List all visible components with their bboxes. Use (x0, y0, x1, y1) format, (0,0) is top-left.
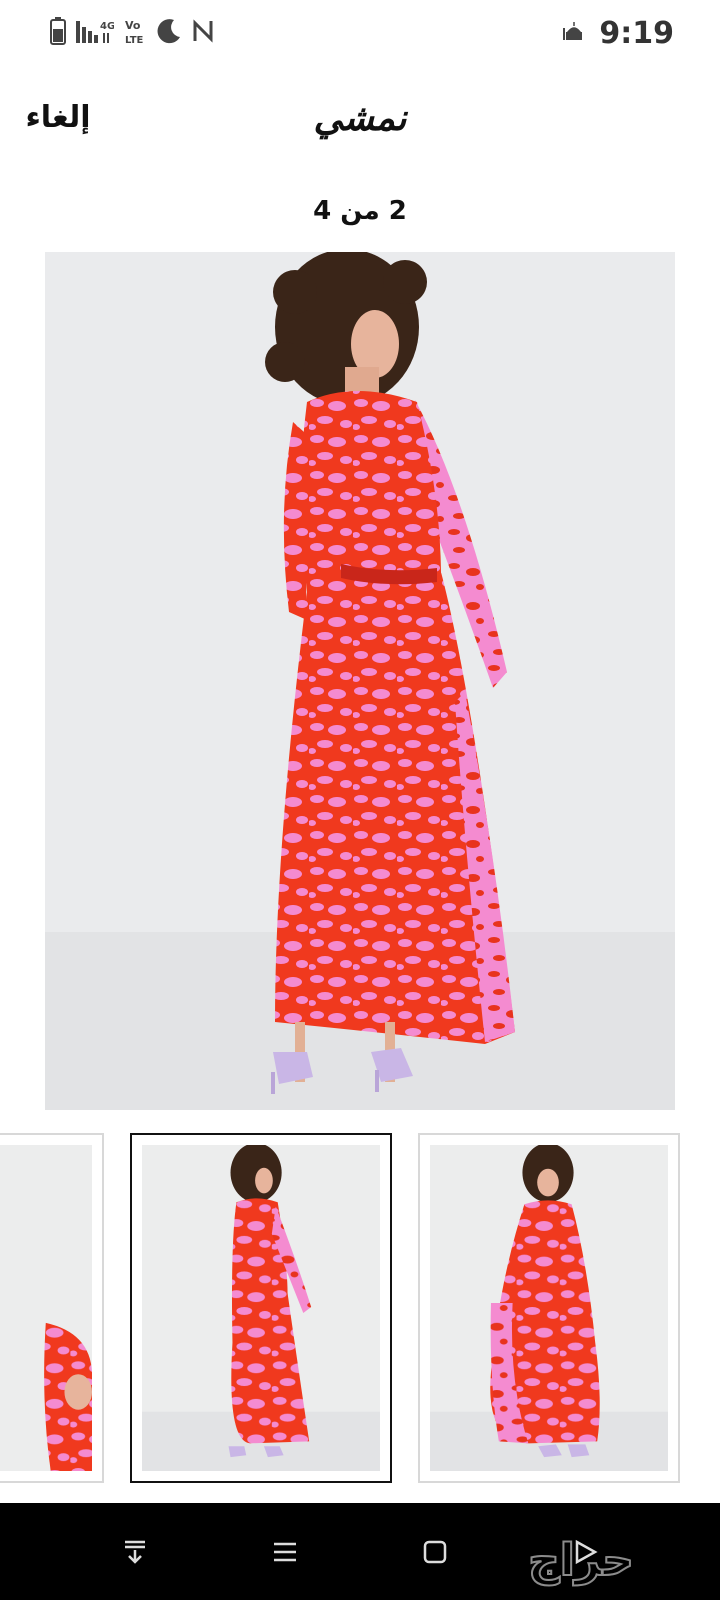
thumbnail-1-image (0, 1145, 92, 1471)
thumbnail-2-image (142, 1145, 380, 1471)
battery-icon (50, 17, 66, 49)
screen: 4G Vo LTE 9:19 إلغاء نمشي 2 من 4 حراج (0, 0, 720, 1600)
network-label: 4G (100, 21, 114, 32)
status-icons-left: 4G Vo LTE (50, 17, 214, 49)
thumbnail-strip (0, 1131, 720, 1485)
status-time: 9:19 (599, 15, 674, 51)
dress-back-view-illustration (45, 252, 675, 1110)
mosque-icon (563, 20, 585, 46)
svg-text:Vo: Vo (125, 19, 141, 32)
svg-text:LTE: LTE (125, 35, 144, 45)
nfc-icon (192, 17, 214, 49)
signal-icon: 4G (76, 17, 115, 49)
brand-logo: نمشي (313, 97, 407, 139)
thumbnail-1[interactable] (0, 1133, 104, 1483)
moon-icon (156, 17, 182, 49)
system-nav-bar (0, 1503, 720, 1600)
status-bar: 4G Vo LTE 9:19 (0, 0, 720, 66)
header: إلغاء نمشي (0, 86, 720, 150)
thumbnail-3[interactable] (418, 1133, 680, 1483)
keyboard-down-icon[interactable] (105, 1522, 165, 1582)
volte-icon: Vo LTE (124, 17, 146, 49)
thumbnail-3-image (430, 1145, 668, 1471)
back-icon[interactable] (555, 1522, 615, 1582)
thumbnail-2-selected[interactable] (130, 1133, 392, 1483)
menu-icon[interactable] (255, 1522, 315, 1582)
main-product-image[interactable] (45, 252, 675, 1110)
status-icons-right: 9:19 (563, 16, 674, 51)
cancel-button[interactable]: إلغاء (18, 86, 98, 150)
image-counter: 2 من 4 (313, 196, 407, 226)
home-icon[interactable] (405, 1522, 465, 1582)
